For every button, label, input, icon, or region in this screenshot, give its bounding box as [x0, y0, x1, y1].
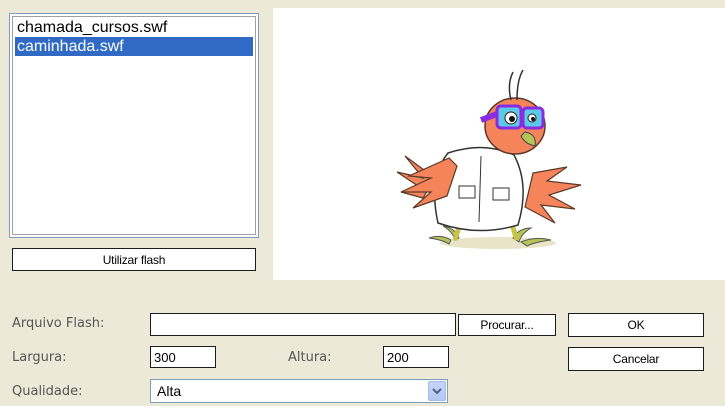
- flash-file-label: Arquivo Flash:: [12, 316, 105, 331]
- use-flash-button[interactable]: Utilizar flash: [12, 248, 256, 271]
- ok-button[interactable]: OK: [568, 313, 704, 337]
- file-item-chamada-cursos[interactable]: chamada_cursos.swf: [15, 18, 253, 37]
- width-field[interactable]: [150, 346, 216, 368]
- bird-preview-image: [396, 69, 582, 249]
- width-label: Largura:: [12, 350, 67, 365]
- flash-file-input[interactable]: [150, 313, 456, 336]
- browse-button[interactable]: Procurar...: [458, 314, 556, 336]
- quality-selected-value: Alta: [157, 383, 182, 399]
- quality-select[interactable]: Alta: [150, 379, 448, 403]
- chevron-down-icon[interactable]: [428, 381, 446, 401]
- swf-file-list[interactable]: chamada_cursos.swf caminhada.swf: [9, 13, 259, 238]
- flash-preview-panel: [273, 8, 725, 280]
- quality-label: Qualidade:: [12, 384, 83, 399]
- file-item-caminhada[interactable]: caminhada.swf: [15, 37, 253, 56]
- cancel-button[interactable]: Cancelar: [568, 347, 704, 371]
- height-label: Altura:: [288, 350, 332, 365]
- height-field[interactable]: [383, 346, 449, 368]
